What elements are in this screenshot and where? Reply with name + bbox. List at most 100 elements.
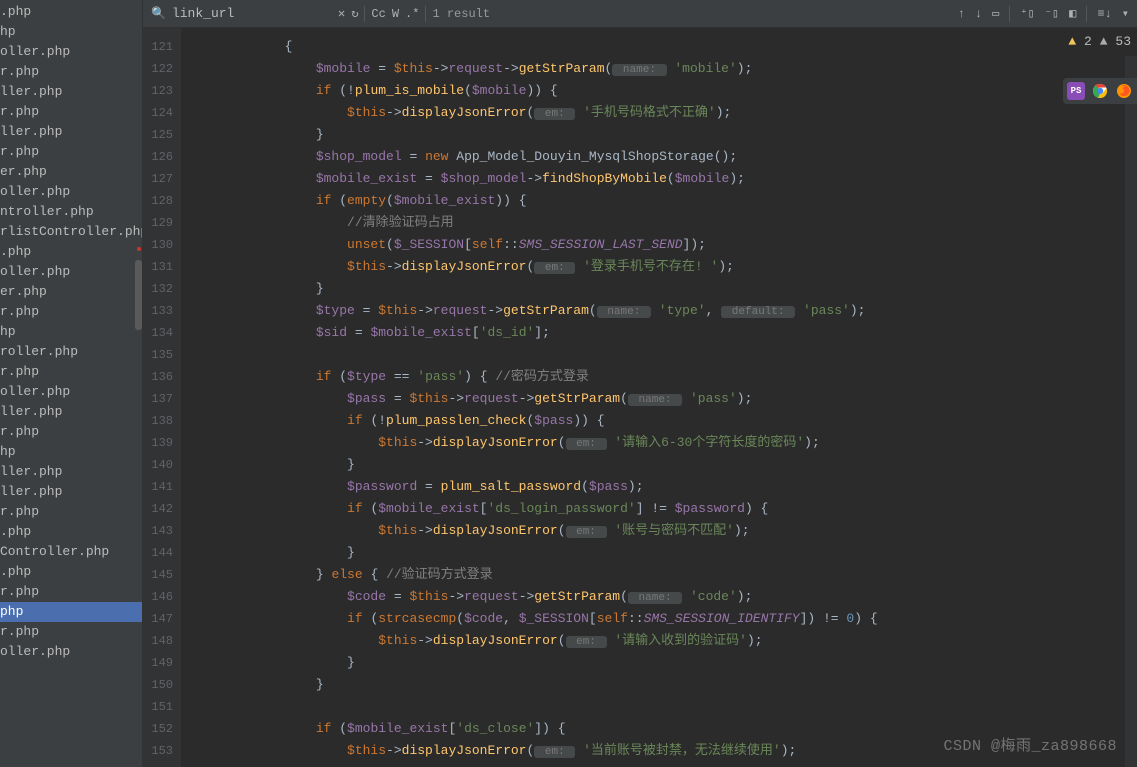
file-tree-item[interactable]: .php <box>0 522 142 542</box>
code-line[interactable]: if (!plum_passlen_check($pass)) { <box>191 410 1137 432</box>
clear-search-icon[interactable]: ✕ <box>338 6 345 21</box>
code-line[interactable]: if (strcasecmp($code, $_SESSION[self::SM… <box>191 608 1137 630</box>
code-line[interactable]: } else { //验证码方式登录 <box>191 564 1137 586</box>
phpstorm-icon[interactable]: PS <box>1067 82 1085 100</box>
file-tree-item[interactable]: .php <box>0 562 142 582</box>
file-tree-item[interactable]: r.php <box>0 582 142 602</box>
history-icon[interactable]: ↻ <box>351 6 358 21</box>
regex-icon[interactable]: .* <box>405 7 419 21</box>
words-icon[interactable]: W <box>392 7 399 21</box>
file-tree-item[interactable]: r.php <box>0 502 142 522</box>
code-line[interactable]: } <box>191 124 1137 146</box>
code-line[interactable]: $mobile = $this->request->getStrParam( n… <box>191 58 1137 80</box>
code-line[interactable]: if (empty($mobile_exist)) { <box>191 190 1137 212</box>
code-line[interactable]: $this->displayJsonError( em: '当前账号被封禁，无法… <box>191 740 1137 762</box>
code-line[interactable]: { <box>191 36 1137 58</box>
code-line[interactable]: } <box>191 674 1137 696</box>
code-line[interactable]: } <box>191 542 1137 564</box>
code-line[interactable]: $this->displayJsonError( em: '请输入收到的验证码'… <box>191 630 1137 652</box>
code-line[interactable]: $type = $this->request->getStrParam( nam… <box>191 300 1137 322</box>
next-match-icon[interactable]: ↓ <box>975 7 982 21</box>
code-line[interactable]: $this->displayJsonError( em: '手机号码格式不正确'… <box>191 102 1137 124</box>
file-tree-item[interactable]: ller.php <box>0 82 142 102</box>
file-tree-item[interactable]: ller.php <box>0 402 142 422</box>
file-tree-item[interactable]: Controller.php <box>0 542 142 562</box>
file-tree-item[interactable]: hp <box>0 322 142 342</box>
file-tree-item[interactable]: oller.php <box>0 262 142 282</box>
line-number: 146 <box>143 586 173 608</box>
file-tree-item[interactable]: ller.php <box>0 462 142 482</box>
line-number: 145 <box>143 564 173 586</box>
sidebar-scrollbar[interactable] <box>135 260 142 330</box>
file-tree-item[interactable]: ntroller.php <box>0 202 142 222</box>
file-tree-item[interactable]: hp <box>0 22 142 42</box>
file-tree-item[interactable]: r.php <box>0 142 142 162</box>
line-number: 138 <box>143 410 173 432</box>
line-number: 121 <box>143 36 173 58</box>
file-tree-item[interactable]: oller.php <box>0 182 142 202</box>
warning-icon: ▲ <box>1068 34 1076 49</box>
file-tree-item[interactable]: r.php <box>0 422 142 442</box>
file-tree-item[interactable]: rlistController.php <box>0 222 142 242</box>
code-line[interactable]: //清除验证码占用 <box>191 212 1137 234</box>
code-line[interactable]: $mobile_exist = $shop_model->findShopByM… <box>191 168 1137 190</box>
code-line[interactable]: $this->displayJsonError( em: '登录手机号不存在! … <box>191 256 1137 278</box>
select-all-icon[interactable]: ▭ <box>992 6 999 21</box>
file-tree-item[interactable]: php <box>0 602 142 622</box>
line-number: 137 <box>143 388 173 410</box>
toggle-icon[interactable]: ◧ <box>1069 6 1076 21</box>
file-tree-item[interactable]: r.php <box>0 102 142 122</box>
code-line[interactable]: $password = plum_salt_password($pass); <box>191 476 1137 498</box>
line-number: 152 <box>143 718 173 740</box>
prev-match-icon[interactable]: ↑ <box>958 7 965 21</box>
file-tree-item[interactable]: er.php <box>0 282 142 302</box>
file-tree-item[interactable]: er.php <box>0 162 142 182</box>
file-tree-item[interactable]: roller.php <box>0 342 142 362</box>
match-case-icon[interactable]: Cc <box>371 7 385 21</box>
code-line[interactable]: $shop_model = new App_Model_Douyin_Mysql… <box>191 146 1137 168</box>
code-line[interactable]: if (!plum_is_mobile($mobile)) { <box>191 80 1137 102</box>
file-tree-item[interactable]: .php <box>0 2 142 22</box>
code-line[interactable]: $code = $this->request->getStrParam( nam… <box>191 586 1137 608</box>
file-tree-item[interactable]: r.php <box>0 622 142 642</box>
result-count: 1 result <box>432 7 490 21</box>
file-tree-item[interactable]: r.php <box>0 362 142 382</box>
code-line[interactable]: $this->displayJsonError( em: '账号与密码不匹配')… <box>191 520 1137 542</box>
line-number: 131 <box>143 256 173 278</box>
code-line[interactable]: } <box>191 278 1137 300</box>
file-tree-item[interactable]: oller.php <box>0 642 142 662</box>
code-line[interactable]: unset($_SESSION[self::SMS_SESSION_LAST_S… <box>191 234 1137 256</box>
filter-icon[interactable]: ▾ <box>1122 6 1129 21</box>
file-tree-item[interactable]: ller.php <box>0 122 142 142</box>
select-occurrences-icon[interactable]: ⁻▯ <box>1045 6 1059 21</box>
code-line[interactable] <box>191 696 1137 718</box>
chrome-icon[interactable] <box>1091 82 1109 100</box>
add-selection-icon[interactable]: ⁺▯ <box>1020 6 1034 21</box>
code-line[interactable] <box>191 344 1137 366</box>
line-number: 123 <box>143 80 173 102</box>
code-line[interactable]: $pass = $this->request->getStrParam( nam… <box>191 388 1137 410</box>
code-content[interactable]: { $mobile = $this->request->getStrParam(… <box>181 28 1137 767</box>
code-line[interactable]: $this->displayJsonError( em: '请输入6-30个字符… <box>191 432 1137 454</box>
code-line[interactable]: if ($type == 'pass') { //密码方式登录 <box>191 366 1137 388</box>
code-line[interactable]: if ($mobile_exist['ds_close']) { <box>191 718 1137 740</box>
code-line[interactable]: $sid = $mobile_exist['ds_id']; <box>191 322 1137 344</box>
editor-scrollbar[interactable] <box>1125 56 1137 767</box>
code-line[interactable]: } <box>191 652 1137 674</box>
firefox-icon[interactable] <box>1115 82 1133 100</box>
file-tree-item[interactable]: .php <box>0 242 142 262</box>
file-tree-item[interactable]: hp <box>0 442 142 462</box>
settings-icon[interactable]: ≡↓ <box>1097 7 1111 21</box>
file-tree-sidebar[interactable]: .phphpoller.phpr.phpller.phpr.phpller.ph… <box>0 0 143 767</box>
code-editor[interactable]: 1211221231241251261271281291301311321331… <box>143 28 1137 767</box>
file-tree-item[interactable]: r.php <box>0 302 142 322</box>
file-tree-item[interactable]: oller.php <box>0 42 142 62</box>
code-line[interactable]: } <box>191 454 1137 476</box>
inspection-status[interactable]: ▲ 2 ▲ 53 <box>1068 34 1131 49</box>
code-line[interactable]: if ($mobile_exist['ds_login_password'] !… <box>191 498 1137 520</box>
search-input[interactable] <box>172 6 332 21</box>
warning-count: 2 <box>1084 34 1092 49</box>
file-tree-item[interactable]: ller.php <box>0 482 142 502</box>
file-tree-item[interactable]: r.php <box>0 62 142 82</box>
file-tree-item[interactable]: oller.php <box>0 382 142 402</box>
